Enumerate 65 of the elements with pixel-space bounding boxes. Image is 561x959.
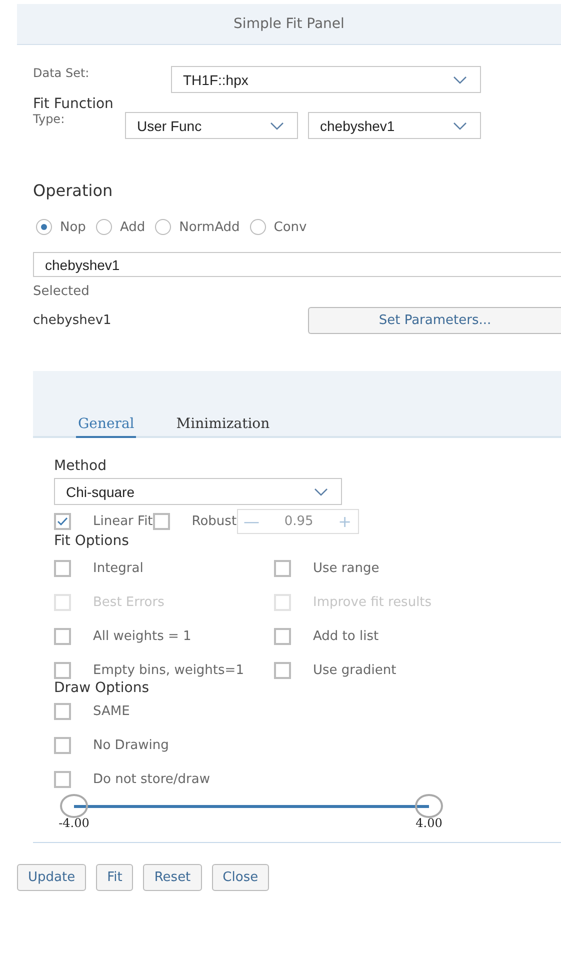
checkbox[interactable] — [54, 662, 71, 678]
dropdown[interactable]: Chi-square — [54, 478, 342, 505]
caret-icon — [270, 122, 284, 130]
checkbox[interactable] — [54, 702, 71, 720]
radio-button[interactable] — [36, 219, 52, 235]
checkbox[interactable] — [274, 628, 291, 644]
caret-icon — [453, 76, 467, 84]
action-button[interactable]: Fit — [96, 864, 134, 891]
stepper-value: 0.95 — [284, 514, 314, 528]
checkbox-label: Empty bins, weights=1 — [93, 662, 244, 678]
formula-field[interactable]: chebyshev1 — [33, 252, 561, 277]
check-icon — [57, 516, 68, 526]
dropdown[interactable]: User Func — [125, 112, 298, 139]
radio-button[interactable] — [250, 219, 266, 235]
checkbox[interactable] — [152, 512, 170, 530]
action-button[interactable]: Reset — [143, 864, 202, 891]
range-value: -4.00 — [58, 816, 90, 830]
checkbox-label: Add to list — [313, 628, 379, 644]
checkbox[interactable] — [54, 560, 71, 576]
checkbox[interactable] — [274, 662, 291, 678]
checkbox[interactable] — [54, 770, 71, 788]
checkbox-label: Use gradient — [313, 662, 396, 678]
radio-label: Nop — [60, 220, 86, 234]
set-parameters-button[interactable]: Set Parameters... — [308, 307, 561, 334]
checkbox-label: Do not store/draw — [93, 772, 210, 786]
section-heading: Method — [54, 458, 108, 474]
checkbox-label: SAME — [93, 704, 130, 718]
action-button[interactable]: Update — [17, 864, 86, 891]
field-label: Selected — [33, 284, 90, 299]
section-heading: Draw Options — [54, 680, 150, 696]
range-value: 4.00 — [416, 816, 442, 830]
checkbox[interactable] — [274, 560, 291, 576]
tab[interactable]: Minimization — [174, 412, 272, 438]
checkbox[interactable] — [54, 628, 71, 644]
checkbox-label: Improve fit results — [313, 594, 432, 610]
selected-function: chebyshev1 — [33, 313, 112, 328]
radio-label: Conv — [274, 220, 307, 234]
radio-label: NormAdd — [179, 220, 240, 234]
checkbox-label: Best Errors — [93, 594, 164, 610]
checkbox-label: Robust — [192, 514, 237, 528]
checkbox-label: Integral — [93, 560, 144, 576]
radio-button[interactable] — [155, 219, 172, 235]
caret-icon — [453, 122, 467, 130]
range-slider[interactable]: -4.00 4.00 — [54, 792, 454, 836]
section-heading: Operation — [33, 181, 114, 200]
slider-thumb[interactable] — [60, 794, 88, 818]
panel-title: Simple Fit Panel — [17, 4, 561, 45]
checkbox-label: Use range — [313, 560, 380, 576]
dropdown[interactable]: chebyshev1 — [308, 112, 481, 139]
caret-icon — [314, 488, 328, 496]
checkbox[interactable] — [54, 512, 71, 530]
tab[interactable]: General — [76, 412, 136, 438]
radio-button[interactable] — [96, 219, 112, 235]
action-button[interactable]: Close — [212, 864, 270, 891]
checkbox-label: Linear Fit — [93, 514, 153, 528]
dropdown[interactable]: TH1F::hpx — [171, 66, 481, 93]
field-label: Type: — [33, 112, 66, 126]
checkbox[interactable] — [54, 736, 71, 754]
checkbox-label: All weights = 1 — [93, 628, 192, 644]
section-heading: Fit Function — [33, 96, 114, 112]
field-label: Data Set: — [33, 66, 90, 80]
slider-thumb[interactable] — [415, 794, 443, 818]
section-heading: Fit Options — [54, 533, 130, 549]
checkbox-label: No Drawing — [93, 738, 169, 752]
radio-label: Add — [120, 220, 146, 234]
